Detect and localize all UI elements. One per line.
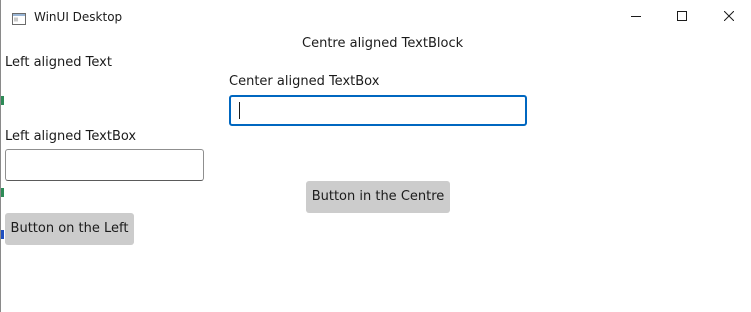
centre-button[interactable]: Button in the Centre [306, 181, 450, 213]
centre-button-label: Button in the Centre [311, 189, 445, 204]
text-caret [239, 102, 240, 119]
center-textbox-label: Center aligned TextBox [229, 74, 380, 89]
background-window-sliver [1, 188, 4, 197]
left-aligned-textbox[interactable] [5, 149, 204, 181]
left-aligned-text: Left aligned Text [5, 55, 112, 70]
background-window-sliver [1, 230, 4, 239]
centre-aligned-textblock: Centre aligned TextBlock [302, 36, 464, 51]
minimize-button[interactable] [613, 0, 659, 32]
maximize-button[interactable] [659, 0, 705, 32]
window-title: WinUI Desktop [34, 10, 123, 24]
left-button-label: Button on the Left [10, 221, 129, 236]
maximize-icon [677, 11, 687, 21]
app-window: WinUI Desktop Centre aligned TextBlock L… [0, 0, 751, 312]
title-bar[interactable]: WinUI Desktop [1, 0, 751, 32]
minimize-icon [631, 11, 641, 21]
left-button[interactable]: Button on the Left [5, 213, 134, 245]
center-aligned-textbox[interactable] [229, 95, 527, 126]
close-icon [724, 11, 734, 21]
background-window-sliver [1, 96, 4, 105]
window-app-icon [12, 10, 26, 25]
left-textbox-label: Left aligned TextBox [5, 129, 137, 144]
close-button[interactable] [706, 0, 751, 32]
